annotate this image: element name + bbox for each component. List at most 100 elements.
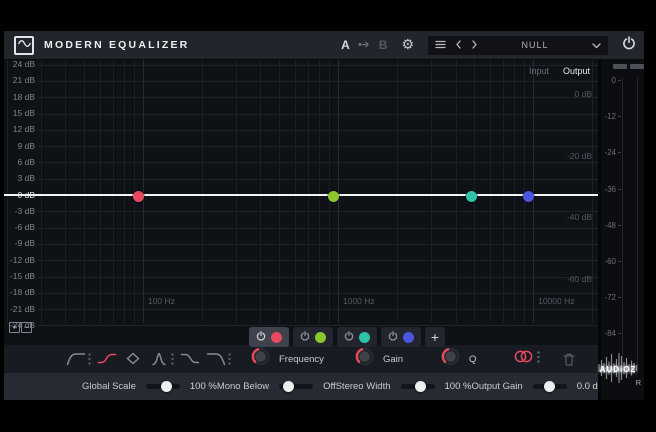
analyzer-scale-label: -20 dB <box>567 151 592 161</box>
q-knob-group: Q <box>441 347 487 371</box>
global-scale-control: Global Scale100 % <box>82 381 217 392</box>
output-meter-toggle[interactable]: Output <box>563 66 590 76</box>
grid-vline <box>84 60 85 323</box>
input-meter-toggle[interactable]: Input <box>529 66 549 76</box>
band-button[interactable] <box>337 327 377 347</box>
meter-peak-left <box>613 64 627 69</box>
notch-filter-icon[interactable] <box>149 351 174 367</box>
filter-type-group <box>66 351 231 367</box>
add-band-button[interactable]: + <box>425 327 445 347</box>
bypass-power-icon[interactable] <box>622 36 636 55</box>
analyzer-scale-label: -60 dB <box>567 274 592 284</box>
band-power-icon[interactable] <box>300 328 310 346</box>
graph-zoom-buttons: + − <box>9 322 32 333</box>
low-cut-filter-icon[interactable] <box>66 351 91 367</box>
ab-compare-b-button[interactable]: B <box>379 38 388 52</box>
ab-copy-arrow-icon[interactable] <box>358 36 371 54</box>
stereo-channels-icon[interactable] <box>513 349 534 369</box>
grid-vline <box>514 60 515 323</box>
db-axis-label: 15 dB <box>4 108 35 118</box>
previous-preset-icon[interactable] <box>455 36 462 54</box>
gain-knob-group: Gain <box>355 347 417 371</box>
low-shelf-filter-icon[interactable] <box>97 351 117 367</box>
zoom-in-button[interactable]: + <box>9 322 20 333</box>
band-button[interactable] <box>381 327 421 347</box>
chevron-down-icon[interactable] <box>592 36 601 54</box>
screen: MODERN EQUALIZER A B ⚙ <box>0 0 656 432</box>
stereo-mode-group <box>513 349 540 369</box>
sine-wave-icon <box>18 36 31 54</box>
grid-vline <box>308 60 309 323</box>
band-color-dot <box>403 332 414 343</box>
grid-hline <box>38 228 598 229</box>
slider-thumb[interactable] <box>415 381 426 392</box>
grid-vline <box>490 60 491 323</box>
setting-slider[interactable] <box>401 384 435 389</box>
ab-compare-a-button[interactable]: A <box>341 38 350 52</box>
meter-scale-tick <box>618 152 621 153</box>
high-shelf-filter-icon[interactable] <box>180 351 200 367</box>
gear-icon[interactable]: ⚙ <box>401 38 414 52</box>
meter-scale-label: -36 <box>601 185 616 194</box>
grid-vline <box>592 60 593 323</box>
meter-scale-tick <box>618 116 621 117</box>
eq-graph[interactable]: 24 dB21 dB18 dB15 dB12 dB9 dB6 dB3 dB0 d… <box>4 60 598 345</box>
grid-vline <box>65 60 66 323</box>
meter-track-left <box>622 78 623 374</box>
setting-slider[interactable] <box>146 384 180 389</box>
band-handle[interactable] <box>466 191 477 202</box>
band-handle[interactable] <box>328 191 339 202</box>
band-power-icon[interactable] <box>344 328 354 346</box>
slider-thumb[interactable] <box>544 381 555 392</box>
setting-slider[interactable] <box>279 384 313 389</box>
setting-label: Stereo Width <box>336 381 391 392</box>
meter-scale-label: -84 <box>601 329 616 338</box>
db-axis-label: -9 dB <box>4 238 35 248</box>
meter-scale-tick <box>618 80 621 81</box>
grid-hline <box>38 293 598 294</box>
meter-scale-label: -72 <box>601 293 616 302</box>
frequency-axis-label: 10000 Hz <box>538 296 574 306</box>
grid-hline <box>38 309 598 310</box>
high-cut-filter-icon[interactable] <box>206 351 231 367</box>
preset-bar[interactable]: NULL <box>428 36 608 55</box>
header-bar: MODERN EQUALIZER A B ⚙ <box>4 31 644 60</box>
meter-scale-label: 0 <box>601 76 616 85</box>
meter-scale-label: -48 <box>601 221 616 230</box>
slider-thumb[interactable] <box>283 381 294 392</box>
db-axis-label: -6 dB <box>4 222 35 232</box>
frequency-knob[interactable] <box>251 347 270 371</box>
grid-vline <box>41 60 42 323</box>
grid-vline <box>295 60 296 323</box>
grid-vline <box>202 60 203 323</box>
knob-label: Gain <box>383 354 417 365</box>
next-preset-icon[interactable] <box>471 36 478 54</box>
preset-name[interactable]: NULL <box>487 40 583 50</box>
bell-filter-icon[interactable] <box>123 351 143 367</box>
db-axis-label: -3 dB <box>4 206 35 216</box>
db-axis-label: 9 dB <box>4 141 35 151</box>
grid-vline <box>279 60 280 323</box>
setting-value: 100 % <box>445 381 472 392</box>
slider-thumb[interactable] <box>161 381 172 392</box>
band-handle[interactable] <box>133 191 144 202</box>
menu-icon[interactable] <box>435 36 446 54</box>
band-handle[interactable] <box>523 191 534 202</box>
grid-vline <box>319 60 320 323</box>
grid-hline <box>38 211 598 212</box>
zoom-out-button[interactable]: − <box>21 322 32 333</box>
band-power-icon[interactable] <box>256 328 266 346</box>
meter-peak-right <box>630 64 644 69</box>
grid-hline <box>38 65 598 66</box>
q-knob[interactable] <box>441 347 460 371</box>
setting-slider[interactable] <box>533 384 567 389</box>
band-power-icon[interactable] <box>388 328 398 346</box>
db-axis-label: 6 dB <box>4 157 35 167</box>
db-axis-label: 18 dB <box>4 92 35 102</box>
band-button[interactable] <box>293 327 333 347</box>
delete-band-button[interactable] <box>562 352 576 367</box>
stereo-menu-dots-icon[interactable] <box>537 350 540 368</box>
gain-knob[interactable] <box>355 347 374 371</box>
band-button[interactable] <box>249 327 289 347</box>
grid-vline <box>338 60 339 323</box>
